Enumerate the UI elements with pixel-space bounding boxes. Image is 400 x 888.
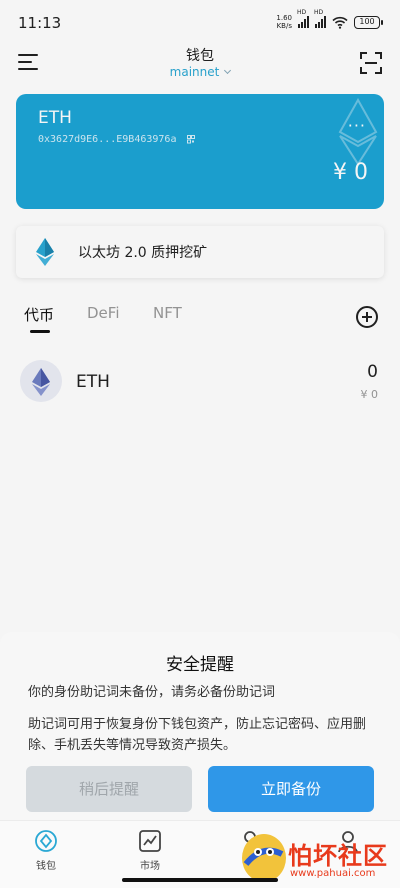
home-indicator [122, 878, 278, 882]
watermark-text: 怕坏社区 [288, 842, 388, 870]
watermark-url: www.pahuai.com [290, 868, 376, 879]
mascot-icon [242, 834, 286, 882]
chart-icon [139, 830, 161, 852]
backup-now-button[interactable]: 立即备份 [208, 766, 374, 812]
sheet-title: 安全提醒 [166, 655, 234, 675]
sheet-warning: 你的身份助记词未备份，请务必备份助记词 [28, 685, 276, 700]
sheet-description: 助记词可用于恢复身份下钱包资产，防止忘记密码、应用删除、手机丢失等情况导致资产损… [28, 717, 367, 753]
remind-later-button[interactable]: 稍后提醒 [26, 766, 192, 812]
nav-item-wallet[interactable]: 钱包 [16, 829, 76, 879]
nav-item-market[interactable]: 市场 [120, 829, 180, 879]
wallet-icon [35, 830, 57, 852]
